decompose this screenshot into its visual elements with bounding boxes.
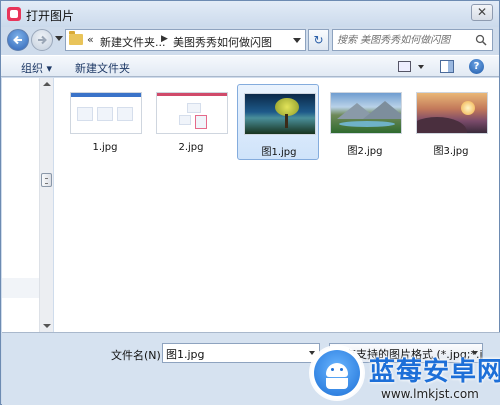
- forward-button[interactable]: [31, 29, 53, 51]
- forward-arrow-icon: [38, 35, 47, 45]
- refresh-button[interactable]: ↻: [308, 29, 329, 51]
- file-item[interactable]: 图3.jpg: [410, 84, 492, 160]
- file-item[interactable]: 1.jpg: [64, 84, 146, 160]
- file-item-selected[interactable]: 图1.jpg: [237, 84, 319, 160]
- close-button[interactable]: ✕: [471, 4, 493, 21]
- file-name: 图3.jpg: [433, 146, 469, 157]
- file-name: 2.jpg: [178, 142, 204, 153]
- address-row: « 新建文件夹... ▶ 美图秀秀如何做闪图 ↻: [1, 27, 499, 53]
- scroll-down-icon[interactable]: [43, 324, 51, 328]
- scroll-up-icon[interactable]: [43, 82, 51, 86]
- file-thumbnail: [330, 92, 402, 134]
- filename-combobox[interactable]: [162, 343, 320, 363]
- file-item[interactable]: 2.jpg: [150, 84, 232, 160]
- new-folder-button[interactable]: 新建文件夹: [75, 60, 130, 76]
- breadcrumb-separator-icon[interactable]: ▶: [161, 34, 168, 44]
- navigation-pane[interactable]: [2, 78, 40, 332]
- address-dropdown-icon[interactable]: [293, 38, 301, 43]
- file-item[interactable]: 图2.jpg: [324, 84, 406, 160]
- file-list: 1.jpg 2.jpg 图1.jpg 图2.jpg 图3.jpg: [54, 78, 499, 332]
- window-title: 打开图片: [26, 9, 75, 23]
- file-thumbnail: [244, 93, 316, 135]
- watermark-title: 蓝莓安卓网: [369, 357, 500, 387]
- refresh-icon: ↻: [313, 33, 324, 47]
- breadcrumb-overflow[interactable]: «: [87, 33, 94, 46]
- preview-pane-icon[interactable]: [440, 60, 454, 73]
- folder-icon: [69, 31, 83, 45]
- search-box[interactable]: [332, 29, 493, 51]
- app-icon: [7, 7, 21, 21]
- recent-locations-dropdown-icon[interactable]: [55, 36, 63, 41]
- file-name: 图1.jpg: [261, 147, 297, 158]
- search-icon: [475, 34, 487, 46]
- organize-button[interactable]: 组织 ▾: [21, 60, 52, 76]
- file-name: 图2.jpg: [347, 146, 383, 157]
- navigation-item-highlight: [2, 278, 40, 298]
- view-dropdown-icon[interactable]: [418, 65, 424, 69]
- file-thumbnail: [70, 92, 142, 134]
- filename-input[interactable]: [166, 346, 296, 361]
- navigation-scrollbar[interactable]: [39, 78, 53, 332]
- file-thumbnail: [416, 92, 488, 134]
- address-bar[interactable]: « 新建文件夹... ▶ 美图秀秀如何做闪图: [65, 29, 306, 51]
- site-watermark: 蓝莓安卓网 www.lmkjst.com: [303, 345, 500, 405]
- close-icon: ✕: [476, 5, 488, 19]
- search-input[interactable]: [337, 33, 469, 48]
- filename-label: 文件名(N):: [111, 349, 165, 362]
- command-toolbar: 组织 ▾ 新建文件夹 ?: [1, 55, 499, 77]
- file-thumbnail: [156, 92, 228, 134]
- title-bar: 打开图片 ✕: [1, 1, 499, 27]
- scroll-thumb[interactable]: [41, 173, 52, 187]
- watermark-url: www.lmkjst.com: [381, 387, 479, 401]
- file-name: 1.jpg: [92, 142, 118, 153]
- breadcrumb-item-current[interactable]: 美图秀秀如何做闪图: [173, 34, 272, 50]
- back-button[interactable]: [7, 29, 29, 51]
- android-logo-icon: [311, 347, 363, 399]
- help-icon[interactable]: ?: [469, 59, 484, 74]
- change-view-icon[interactable]: [398, 61, 411, 72]
- breadcrumb-item-parent[interactable]: 新建文件夹...: [100, 34, 166, 50]
- back-arrow-icon: [13, 35, 22, 45]
